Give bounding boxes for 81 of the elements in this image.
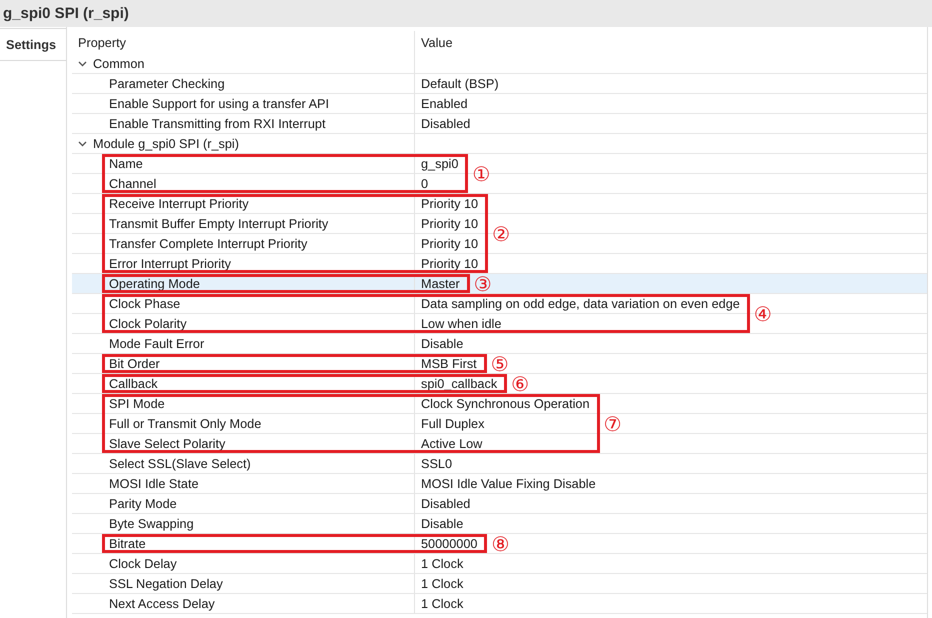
property-value: 0 — [421, 176, 428, 190]
property-value: Priority 10 — [421, 236, 478, 250]
property-name: Operating Mode — [109, 276, 200, 290]
table-row[interactable]: Receive Interrupt Priority Priority 10 — [72, 194, 927, 214]
table-row[interactable]: Select SSL(Slave Select) SSL0 — [72, 454, 927, 474]
property-value: Enabled — [421, 96, 468, 110]
property-value: Priority 10 — [421, 196, 478, 210]
property-name: Parity Mode — [109, 496, 177, 510]
property-value: spi0_callback — [421, 376, 498, 390]
property-name: Callback — [109, 376, 158, 390]
property-name: Byte Swapping — [109, 516, 194, 530]
table-row[interactable]: Enable Support for using a transfer API Enabled — [72, 94, 927, 114]
property-name: Clock Phase — [109, 296, 180, 310]
property-value: Disabled — [421, 116, 470, 130]
property-value: Priority 10 — [421, 256, 478, 270]
property-value: MOSI Idle Value Fixing Disable — [421, 476, 596, 490]
table-row[interactable]: SSL Negation Delay 1 Clock — [72, 574, 927, 594]
property-value: Disable — [421, 516, 464, 530]
property-name: Mode Fault Error — [109, 336, 204, 350]
property-name: SSL Negation Delay — [109, 576, 223, 590]
table-row[interactable]: Clock Delay 1 Clock — [72, 554, 927, 574]
table-row[interactable]: Enable Transmitting from RXI Interrupt Disabled — [72, 114, 927, 134]
property-value: Default (BSP) — [421, 76, 499, 90]
tab[interactable]: Settings — [0, 28, 66, 61]
property-value: Master — [421, 276, 460, 290]
table-row[interactable]: MOSI Idle State MOSI Idle Value Fixing Disable — [72, 474, 927, 494]
property-name: Clock Polarity — [109, 316, 187, 330]
property-name: SPI Mode — [109, 396, 165, 410]
callout-number: ③ — [474, 274, 492, 294]
property-value: 50000000 — [421, 536, 478, 550]
callout-number: ⑥ — [511, 374, 530, 394]
table-row[interactable]: Slave Select Polarity Active Low — [72, 434, 927, 454]
table-row[interactable]: Parity Mode Disabled — [72, 494, 927, 514]
property-name: Bit Order — [109, 356, 160, 370]
property-name: Receive Interrupt Priority — [109, 196, 249, 210]
property-value: SSL0 — [421, 456, 452, 470]
property-name: Clock Delay — [109, 556, 177, 570]
table-row[interactable]: SPI Mode Clock Synchronous Operation — [72, 394, 927, 414]
tree-group-row[interactable]: Common — [72, 54, 927, 74]
property-value: Full Duplex — [421, 416, 484, 430]
property-name: Enable Transmitting from RXI Interrupt — [109, 116, 326, 130]
property-value: Data sampling on odd edge, data variation on even edge — [421, 296, 740, 310]
chevron-down-icon[interactable] — [78, 60, 87, 66]
property-name: Parameter Checking — [109, 76, 225, 90]
column-header: Value — [421, 36, 453, 50]
table-row[interactable]: Parameter Checking Default (BSP) — [72, 74, 927, 94]
property-name: Transfer Complete Interrupt Priority — [109, 236, 308, 250]
tree-group-row[interactable]: Module g_spi0 SPI (r_spi) — [72, 134, 927, 154]
property-value: g_spi0 — [421, 156, 458, 170]
column-header: Property — [78, 36, 126, 50]
property-value: Low when idle — [421, 316, 502, 330]
property-name: Error Interrupt Priority — [109, 256, 231, 270]
chevron-down-icon[interactable] — [78, 140, 87, 146]
property-value: Disabled — [421, 496, 470, 510]
callout-number: ⑧ — [491, 534, 510, 554]
property-name: Next Access Delay — [109, 596, 215, 610]
property-name: Transmit Buffer Empty Interrupt Priority — [109, 216, 328, 230]
property-value: MSB First — [421, 356, 477, 370]
property-name: Name — [109, 156, 143, 170]
table-row[interactable]: Next Access Delay 1 Clock — [72, 594, 927, 614]
panel-title: g_spi0 SPI (r_spi) — [3, 5, 129, 22]
table-row[interactable]: Mode Fault Error Disable — [72, 334, 927, 354]
callout-number: ⑤ — [490, 354, 509, 374]
property-name: Channel — [109, 176, 156, 190]
property-value: Priority 10 — [421, 216, 478, 230]
property-name: Enable Support for using a transfer API — [109, 96, 330, 110]
property-value: Clock Synchronous Operation — [421, 396, 590, 410]
property-value: 1 Clock — [421, 576, 464, 590]
table-row[interactable]: Byte Swapping Disable — [72, 514, 927, 534]
property-name: Full or Transmit Only Mode — [109, 416, 262, 430]
group-label: Module g_spi0 SPI (r_spi) — [93, 136, 239, 150]
property-value: Disable — [421, 336, 464, 350]
property-name: Select SSL(Slave Select) — [109, 456, 251, 470]
property-value: 1 Clock — [421, 556, 464, 570]
callout-number: ⑦ — [604, 414, 622, 434]
property-value: Active Low — [421, 436, 482, 450]
property-value: 1 Clock — [421, 596, 464, 610]
property-name: Bitrate — [109, 536, 146, 550]
group-label: Common — [93, 56, 144, 70]
property-name: MOSI Idle State — [109, 476, 199, 490]
property-name: Slave Select Polarity — [109, 436, 226, 450]
